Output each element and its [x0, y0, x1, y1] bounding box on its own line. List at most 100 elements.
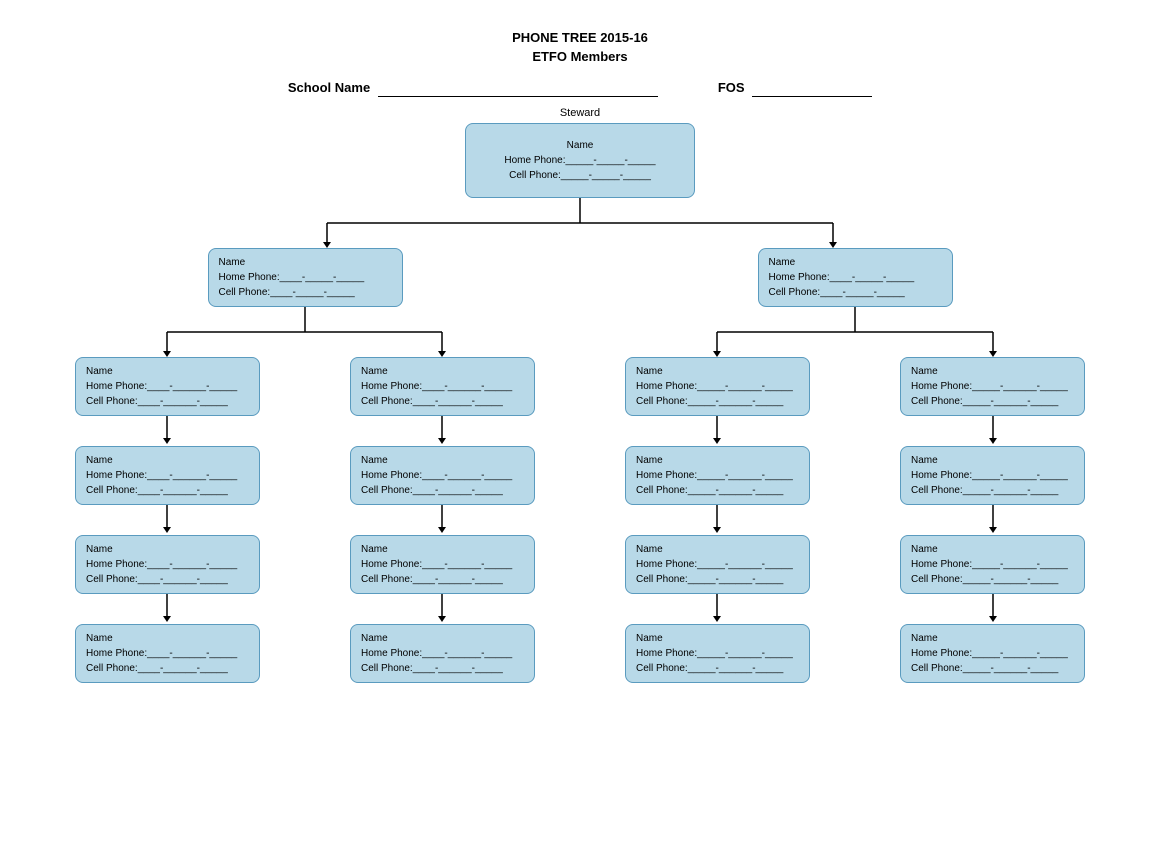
- level2-node-1: Name Home Phone:____-______-_____ Cell P…: [350, 357, 535, 416]
- l1-1-home: Home Phone:____-_____-_____: [769, 270, 942, 285]
- l4-0-cell: Cell Phone:____-______-_____: [86, 572, 249, 587]
- l1-0-cell: Cell Phone:____-_____-_____: [219, 285, 392, 300]
- l3-3-home: Home Phone:_____-______-_____: [911, 468, 1074, 483]
- level3-col2: Name Home Phone:_____-______-_____ Cell …: [580, 446, 855, 505]
- l3-0-cell: Cell Phone:____-______-_____: [86, 483, 249, 498]
- l2-1-home: Home Phone:____-______-_____: [361, 379, 524, 394]
- l2-2-home: Home Phone:_____-______-_____: [636, 379, 799, 394]
- l2-3-home: Home Phone:_____-______-_____: [911, 379, 1074, 394]
- level3-node-3: Name Home Phone:_____-______-_____ Cell …: [900, 446, 1085, 505]
- level2-col2: Name Home Phone:_____-______-_____ Cell …: [580, 357, 855, 416]
- l2-0-name: Name: [86, 364, 249, 379]
- l2-3-name: Name: [911, 364, 1074, 379]
- school-label: School Name: [288, 80, 370, 95]
- level2-col1: Name Home Phone:____-______-_____ Cell P…: [305, 357, 580, 416]
- level3-row: Name Home Phone:____-______-_____ Cell P…: [30, 446, 1130, 505]
- level5-node-2: Name Home Phone:_____-______-_____ Cell …: [625, 624, 810, 683]
- l3-1-home: Home Phone:____-______-_____: [361, 468, 524, 483]
- l5-2-home: Home Phone:_____-______-_____: [636, 646, 799, 661]
- l3-0-home: Home Phone:____-______-_____: [86, 468, 249, 483]
- l5-1-name: Name: [361, 631, 524, 646]
- level4-node-3: Name Home Phone:_____-______-_____ Cell …: [900, 535, 1085, 594]
- level3-col3: Name Home Phone:_____-______-_____ Cell …: [855, 446, 1130, 505]
- level1-right-col: Name Home Phone:____-_____-_____ Cell Ph…: [580, 248, 1130, 307]
- level4-node-1: Name Home Phone:____-______-_____ Cell P…: [350, 535, 535, 594]
- root-row: Name Home Phone:_____-_____-_____ Cell P…: [30, 123, 1130, 198]
- l5-3-name: Name: [911, 631, 1074, 646]
- level2-node-2: Name Home Phone:_____-______-_____ Cell …: [625, 357, 810, 416]
- level4-col1: Name Home Phone:____-______-_____ Cell P…: [305, 535, 580, 594]
- l4-1-name: Name: [361, 542, 524, 557]
- l2-0-home: Home Phone:____-______-_____: [86, 379, 249, 394]
- level3-node-1: Name Home Phone:____-______-_____ Cell P…: [350, 446, 535, 505]
- l5-3-home: Home Phone:_____-______-_____: [911, 646, 1074, 661]
- level2-node-0: Name Home Phone:____-______-_____ Cell P…: [75, 357, 260, 416]
- level2-row: Name Home Phone:____-______-_____ Cell P…: [30, 357, 1130, 416]
- level3-col0: Name Home Phone:____-______-_____ Cell P…: [30, 446, 305, 505]
- level5-col1: Name Home Phone:____-______-_____ Cell P…: [305, 624, 580, 683]
- level5-node-1: Name Home Phone:____-______-_____ Cell P…: [350, 624, 535, 683]
- l3-0-name: Name: [86, 453, 249, 468]
- level4-col3: Name Home Phone:_____-______-_____ Cell …: [855, 535, 1130, 594]
- level5-col3: Name Home Phone:_____-______-_____ Cell …: [855, 624, 1130, 683]
- level2-col3: Name Home Phone:_____-______-_____ Cell …: [855, 357, 1130, 416]
- level4-row: Name Home Phone:____-______-_____ Cell P…: [30, 535, 1130, 594]
- page-title: PHONE TREE 2015-16: [20, 30, 1140, 45]
- l5-2-name: Name: [636, 631, 799, 646]
- level3-node-0: Name Home Phone:____-______-_____ Cell P…: [75, 446, 260, 505]
- l5-3-cell: Cell Phone:_____-______-_____: [911, 661, 1074, 676]
- root-home: Home Phone:_____-_____-_____: [482, 153, 678, 168]
- l1-0-home: Home Phone:____-_____-_____: [219, 270, 392, 285]
- level4-col2: Name Home Phone:_____-______-_____ Cell …: [580, 535, 855, 594]
- level1-row: Name Home Phone:____-_____-_____ Cell Ph…: [30, 248, 1130, 307]
- l3-1-cell: Cell Phone:____-______-_____: [361, 483, 524, 498]
- l4-1-home: Home Phone:____-______-_____: [361, 557, 524, 572]
- l2-1-name: Name: [361, 364, 524, 379]
- l4-3-cell: Cell Phone:_____-______-_____: [911, 572, 1074, 587]
- l4-1-cell: Cell Phone:____-______-_____: [361, 572, 524, 587]
- l4-2-home: Home Phone:_____-______-_____: [636, 557, 799, 572]
- level5-col0: Name Home Phone:____-______-_____ Cell P…: [30, 624, 305, 683]
- l2-2-name: Name: [636, 364, 799, 379]
- phone-tree: Steward Name Home Phone:_____-_____-____…: [30, 107, 1130, 683]
- l3-3-name: Name: [911, 453, 1074, 468]
- root-cell: Cell Phone:_____-_____-_____: [482, 168, 678, 183]
- level5-col2: Name Home Phone:_____-______-_____ Cell …: [580, 624, 855, 683]
- l3-2-cell: Cell Phone:_____-______-_____: [636, 483, 799, 498]
- root-name: Name: [482, 138, 678, 153]
- l4-3-home: Home Phone:_____-______-_____: [911, 557, 1074, 572]
- l3-to-l4-connector: [30, 505, 1130, 535]
- level4-node-0: Name Home Phone:____-______-_____ Cell P…: [75, 535, 260, 594]
- l1-1-cell: Cell Phone:____-_____-_____: [769, 285, 942, 300]
- level5-row: Name Home Phone:____-______-_____ Cell P…: [30, 624, 1130, 683]
- l5-0-name: Name: [86, 631, 249, 646]
- l5-0-cell: Cell Phone:____-______-_____: [86, 661, 249, 676]
- l2-0-cell: Cell Phone:____-______-_____: [86, 394, 249, 409]
- l4-2-cell: Cell Phone:_____-______-_____: [636, 572, 799, 587]
- l2-to-l3-connector: [30, 416, 1130, 446]
- level3-col1: Name Home Phone:____-______-_____ Cell P…: [305, 446, 580, 505]
- l2-2-cell: Cell Phone:_____-______-_____: [636, 394, 799, 409]
- school-line: School Name FOS: [20, 80, 1140, 97]
- level1-node-1: Name Home Phone:____-_____-_____ Cell Ph…: [758, 248, 953, 307]
- l4-3-name: Name: [911, 542, 1074, 557]
- l3-1-name: Name: [361, 453, 524, 468]
- level5-node-0: Name Home Phone:____-______-_____ Cell P…: [75, 624, 260, 683]
- l1-1-name: Name: [769, 255, 942, 270]
- l3-2-home: Home Phone:_____-______-_____: [636, 468, 799, 483]
- l3-3-cell: Cell Phone:_____-______-_____: [911, 483, 1074, 498]
- page-subtitle: ETFO Members: [20, 49, 1140, 64]
- l1-to-l2-connector: [30, 307, 1130, 357]
- l4-0-home: Home Phone:____-______-_____: [86, 557, 249, 572]
- level4-col0: Name Home Phone:____-______-_____ Cell P…: [30, 535, 305, 594]
- level5-node-3: Name Home Phone:_____-______-_____ Cell …: [900, 624, 1085, 683]
- root-node: Name Home Phone:_____-_____-_____ Cell P…: [465, 123, 695, 198]
- level4-node-2: Name Home Phone:_____-______-_____ Cell …: [625, 535, 810, 594]
- l2-3-cell: Cell Phone:_____-______-_____: [911, 394, 1074, 409]
- l5-2-cell: Cell Phone:_____-______-_____: [636, 661, 799, 676]
- l5-1-home: Home Phone:____-______-_____: [361, 646, 524, 661]
- l5-1-cell: Cell Phone:____-______-_____: [361, 661, 524, 676]
- level3-node-2: Name Home Phone:_____-______-_____ Cell …: [625, 446, 810, 505]
- l4-0-name: Name: [86, 542, 249, 557]
- level2-col0: Name Home Phone:____-______-_____ Cell P…: [30, 357, 305, 416]
